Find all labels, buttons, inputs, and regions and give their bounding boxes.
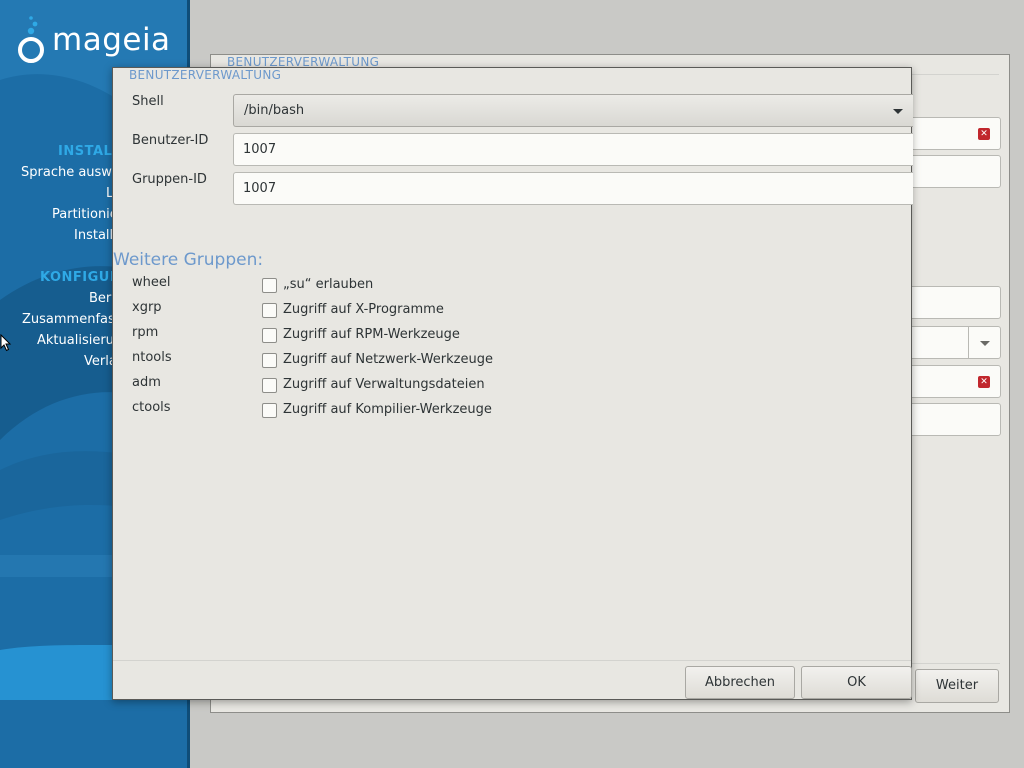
dialog-footer-divider [113,660,911,661]
checkbox[interactable] [262,353,277,368]
group-checkbox-label[interactable]: Zugriff auf Kompilier-Werkzeuge [283,402,492,417]
sidebar-item-users: Ber [89,291,112,306]
group-name-rpm: rpm [132,325,159,340]
group-id-label: Gruppen-ID [132,172,207,187]
next-button[interactable]: Weiter [915,669,999,703]
sidebar-item-install: Install [74,228,114,243]
group-id-value: 1007 [243,181,277,196]
cancel-button[interactable]: Abbrechen [685,666,795,699]
additional-groups-heading: Weitere Gruppen: [113,250,264,270]
group-checkbox-label[interactable]: Zugriff auf Netzwerk-Werkzeuge [283,352,493,367]
checkbox[interactable] [262,403,277,418]
error-icon: ✕ [978,128,990,140]
user-id-value: 1007 [243,142,277,157]
group-name-adm: adm [132,375,161,390]
background-footer-divider [912,663,1000,664]
checkbox[interactable] [262,328,277,343]
sidebar-item-summary: Zusammenfas [22,312,115,327]
mouse-cursor-icon [0,334,12,352]
group-name-ctools: ctools [132,400,171,415]
sidebar-item-language: Sprache ausw [21,165,112,180]
sidebar-item-partitioning: Partitionie [52,207,118,222]
checkbox[interactable] [262,278,277,293]
group-checkbox-label[interactable]: Zugriff auf X-Programme [283,302,444,317]
shell-label: Shell [132,94,164,109]
group-checkbox-label[interactable]: „su“ erlauben [283,277,373,292]
checkbox[interactable] [262,378,277,393]
user-id-field[interactable]: 1007 [233,133,913,166]
group-name-wheel: wheel [132,275,171,290]
sidebar-item-updates: Aktualisieru [37,333,114,348]
sidebar-section-configure: KONFIGUR [40,270,121,285]
group-checkbox-label[interactable]: Zugriff auf Verwaltungsdateien [283,377,485,392]
dialog-title: BENUTZERVERWALTUNG [129,68,282,82]
shell-select-value: /bin/bash [244,103,305,118]
group-id-field[interactable]: 1007 [233,172,913,205]
chevron-down-icon [893,109,903,114]
chevron-down-icon[interactable] [968,327,1000,358]
mageia-logo-icon [18,16,44,63]
shell-select[interactable]: /bin/bash [233,94,913,127]
brand-name: mageia [52,22,171,58]
group-name-xgrp: xgrp [132,300,162,315]
user-management-dialog: BENUTZERVERWALTUNG Shell /bin/bash Benut… [112,67,913,700]
user-id-label: Benutzer-ID [132,133,209,148]
mageia-logo: mageia [14,14,184,74]
checkbox[interactable] [262,303,277,318]
group-name-ntools: ntools [132,350,172,365]
group-checkbox-label[interactable]: Zugriff auf RPM-Werkzeuge [283,327,460,342]
ok-button[interactable]: OK [801,666,912,699]
error-icon: ✕ [978,376,990,388]
